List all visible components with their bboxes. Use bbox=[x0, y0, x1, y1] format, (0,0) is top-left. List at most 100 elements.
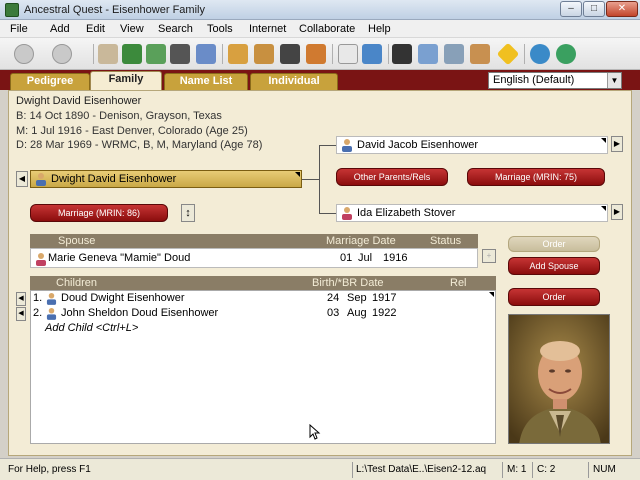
add-spouse-button[interactable]: Add Spouse bbox=[508, 257, 600, 275]
spouse-name: Marie Geneva "Mamie" Doud bbox=[48, 252, 191, 264]
status-file-path: L:\Test Data\E..\Eisen2-12.aq bbox=[356, 464, 487, 475]
mother-name: Ida Elizabeth Stover bbox=[357, 207, 456, 219]
status-num-lock: NUM bbox=[593, 464, 616, 475]
language-select[interactable]: English (Default) ▼ bbox=[488, 72, 622, 89]
import-icon[interactable] bbox=[98, 44, 118, 64]
export-icon[interactable] bbox=[122, 44, 142, 64]
order-children-button[interactable]: Order bbox=[508, 288, 600, 306]
maximize-button[interactable]: □ bbox=[583, 1, 605, 17]
window-title: Ancestral Quest - Eisenhower Family bbox=[24, 4, 205, 16]
marriage-button[interactable]: Marriage (MRIN: 86) bbox=[30, 204, 168, 222]
menu-file[interactable]: File bbox=[10, 23, 28, 35]
female-person-icon bbox=[36, 253, 46, 266]
tree-icon[interactable] bbox=[444, 44, 464, 64]
spouse-marriage-year: 1916 bbox=[383, 252, 408, 264]
menu-edit[interactable]: Edit bbox=[86, 23, 105, 35]
status-child-count: C: 2 bbox=[537, 464, 556, 475]
other-parents-button[interactable]: Other Parents/Rels bbox=[336, 168, 448, 186]
person-portrait[interactable] bbox=[508, 314, 610, 444]
tab-name-list[interactable]: Name List bbox=[164, 73, 248, 90]
child-2-left-arrow[interactable]: ◀ bbox=[16, 307, 26, 321]
summary-name: Dwight David Eisenhower bbox=[16, 95, 142, 107]
individual-icon[interactable] bbox=[228, 44, 248, 64]
add-person-icon[interactable] bbox=[306, 44, 326, 64]
header-spouse: Spouse bbox=[58, 235, 96, 247]
tab-pedigree[interactable]: Pedigree bbox=[10, 73, 90, 90]
children-list: 1. Doud Dwight Eisenhower 24 Sep 1917 2.… bbox=[30, 290, 496, 444]
close-button[interactable]: ✕ bbox=[606, 1, 638, 17]
menu-bar: File Add Edit View Search Tools Internet… bbox=[0, 20, 640, 38]
child-birth-day: 03 bbox=[327, 307, 340, 319]
mother-arrow-button[interactable]: ▶ bbox=[611, 204, 623, 220]
child-birth-month: Sep bbox=[347, 292, 367, 304]
sync-icon[interactable] bbox=[146, 44, 166, 64]
child-row[interactable]: 1. Doud Dwight Eisenhower 24 Sep 1917 bbox=[31, 291, 495, 306]
globe-icon[interactable] bbox=[556, 44, 576, 64]
tab-family[interactable]: Family bbox=[90, 71, 162, 90]
status-marriage-count: M: 1 bbox=[507, 464, 527, 475]
parents-marriage-button[interactable]: Marriage (MRIN: 75) bbox=[467, 168, 605, 186]
status-help: For Help, press F1 bbox=[8, 464, 91, 475]
spouse-marriage-month: Jul bbox=[358, 252, 373, 264]
spouse-row[interactable]: Marie Geneva "Mamie" Doud 01 Jul 1916 bbox=[30, 248, 478, 268]
spouse-table-header: Spouse Marriage Date Status bbox=[30, 234, 478, 248]
chevron-down-icon: ▼ bbox=[607, 73, 621, 88]
swap-updown-icon[interactable]: ↕ bbox=[181, 204, 195, 222]
child-1-left-arrow[interactable]: ◀ bbox=[16, 292, 26, 306]
edit-icon[interactable] bbox=[254, 44, 274, 64]
summary-birth: B: 14 Oct 1890 - Denison, Grayson, Texas bbox=[16, 110, 222, 122]
notes-icon[interactable] bbox=[338, 44, 358, 64]
menu-help[interactable]: Help bbox=[368, 23, 391, 35]
caution-icon[interactable] bbox=[496, 42, 520, 66]
child-number: 2. bbox=[33, 307, 43, 319]
female-person-icon bbox=[342, 207, 352, 220]
menu-view[interactable]: View bbox=[120, 23, 144, 35]
male-person-icon bbox=[342, 139, 352, 152]
child-row[interactable]: 2. John Sheldon Doud Eisenhower 03 Aug 1… bbox=[31, 306, 495, 321]
father-arrow-button[interactable]: ▶ bbox=[611, 136, 623, 152]
calendar-icon[interactable] bbox=[418, 44, 438, 64]
tab-individual[interactable]: Individual bbox=[250, 73, 338, 90]
add-child-link: Add Child <Ctrl+L> bbox=[45, 322, 139, 334]
father-field[interactable]: David Jacob Eisenhower bbox=[336, 136, 608, 154]
menu-tools[interactable]: Tools bbox=[207, 23, 233, 35]
header-children: Children bbox=[56, 277, 97, 289]
sources-icon[interactable] bbox=[362, 44, 382, 64]
add-child-row[interactable]: Add Child <Ctrl+L> bbox=[31, 321, 495, 336]
menu-add[interactable]: Add bbox=[50, 23, 70, 35]
order-spouses-button[interactable]: Order bbox=[508, 236, 600, 252]
child-number: 1. bbox=[33, 292, 43, 304]
app-icon bbox=[5, 3, 19, 17]
spouse-marriage-day: 01 bbox=[340, 252, 353, 264]
mother-field[interactable]: Ida Elizabeth Stover bbox=[336, 204, 608, 222]
home-icon[interactable] bbox=[470, 44, 490, 64]
portrait-image bbox=[509, 315, 609, 443]
menu-search[interactable]: Search bbox=[158, 23, 193, 35]
internet-icon[interactable] bbox=[530, 44, 550, 64]
back-icon[interactable] bbox=[14, 44, 34, 64]
header-status: Status bbox=[430, 235, 462, 247]
pedigree-print-icon[interactable] bbox=[196, 44, 216, 64]
child-birth-year: 1922 bbox=[372, 307, 397, 319]
person-left-arrow-button[interactable]: ◀ bbox=[16, 171, 28, 187]
header-birth-date: Birth/*BR Date bbox=[312, 277, 384, 289]
status-bar: For Help, press F1 L:\Test Data\E..\Eise… bbox=[0, 458, 640, 480]
selected-person-name: Dwight David Eisenhower bbox=[51, 173, 177, 185]
forward-icon[interactable] bbox=[52, 44, 72, 64]
children-table-header: Children Birth/*BR Date Rel bbox=[30, 276, 496, 290]
menu-internet[interactable]: Internet bbox=[249, 23, 286, 35]
minimize-button[interactable]: – bbox=[560, 1, 582, 17]
header-marriage-date: Marriage Date bbox=[326, 235, 396, 247]
selected-person-field[interactable]: Dwight David Eisenhower bbox=[30, 170, 302, 188]
child-birth-day: 24 bbox=[327, 292, 340, 304]
toolbar bbox=[0, 38, 640, 70]
binoculars-icon[interactable] bbox=[392, 44, 412, 64]
menu-collaborate[interactable]: Collaborate bbox=[299, 23, 355, 35]
male-person-icon bbox=[36, 173, 46, 186]
camera-icon[interactable] bbox=[280, 44, 300, 64]
print-icon[interactable] bbox=[170, 44, 190, 64]
summary-death: D: 28 Mar 1969 - WRMC, B, M, Maryland (A… bbox=[16, 139, 263, 151]
child-name: Doud Dwight Eisenhower bbox=[61, 292, 185, 304]
child-birth-month: Aug bbox=[347, 307, 367, 319]
add-spouse-small-icon[interactable]: + bbox=[482, 249, 496, 263]
